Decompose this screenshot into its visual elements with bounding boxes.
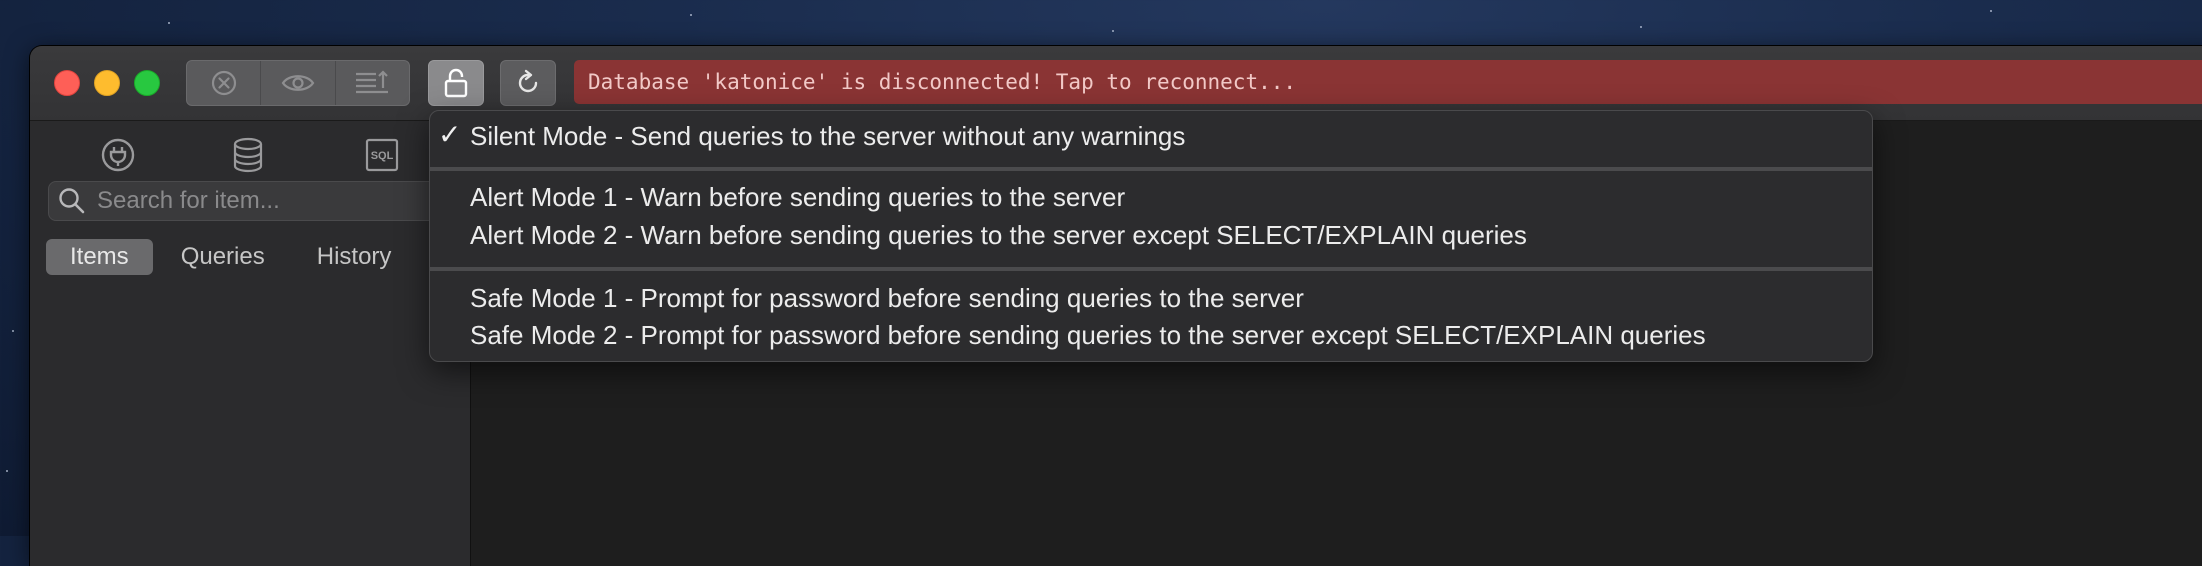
eye-icon xyxy=(281,75,315,91)
menu-item-safe-mode-2[interactable]: Safe Mode 2 - Prompt for password before… xyxy=(470,320,1706,351)
status-message: Database 'katonice' is disconnected! Tap… xyxy=(588,70,1297,94)
close-window-button[interactable] xyxy=(54,70,80,96)
list-upload-icon xyxy=(356,70,389,94)
connection-status-bar[interactable]: Database 'katonice' is disconnected! Tap… xyxy=(574,60,2202,104)
sidebar-tabs: Items Queries History xyxy=(46,239,415,275)
reload-button[interactable] xyxy=(500,60,556,106)
menu-item-silent-mode[interactable]: Silent Mode - Send queries to the server… xyxy=(470,121,1185,152)
menu-separator xyxy=(430,167,1872,171)
menu-item-safe-mode-1[interactable]: Safe Mode 1 - Prompt for password before… xyxy=(470,283,1304,314)
sql-icon[interactable]: SQL xyxy=(364,137,400,173)
safe-mode-button[interactable] xyxy=(428,60,484,106)
maximize-window-button[interactable] xyxy=(134,70,160,96)
menu-item-alert-mode-1[interactable]: Alert Mode 1 - Warn before sending queri… xyxy=(470,182,1125,213)
search-input[interactable] xyxy=(95,186,459,216)
database-icon[interactable] xyxy=(230,137,266,173)
svg-text:SQL: SQL xyxy=(371,150,394,162)
stop-query-button[interactable] xyxy=(187,61,262,105)
reload-icon xyxy=(518,69,538,93)
menu-item-alert-mode-2[interactable]: Alert Mode 2 - Warn before sending queri… xyxy=(470,220,1527,251)
checkmark-icon: ✓ xyxy=(438,119,462,150)
tab-items[interactable]: Items xyxy=(46,239,153,275)
tab-history[interactable]: History xyxy=(293,239,416,275)
lock-open-icon xyxy=(444,68,468,98)
preview-button[interactable] xyxy=(261,61,336,105)
toolbar-segmented-control xyxy=(186,60,410,106)
menu-separator xyxy=(430,267,1872,271)
export-button[interactable] xyxy=(336,61,409,105)
search-icon xyxy=(59,188,85,214)
safe-mode-menu: ✓ Silent Mode - Send queries to the serv… xyxy=(429,110,1873,362)
sidebar: SQL Items Queries History xyxy=(30,121,478,566)
minimize-window-button[interactable] xyxy=(94,70,120,96)
search-field[interactable] xyxy=(48,181,478,221)
tab-queries[interactable]: Queries xyxy=(157,239,289,275)
stop-circle-icon xyxy=(211,70,236,96)
plug-icon[interactable] xyxy=(100,137,136,173)
